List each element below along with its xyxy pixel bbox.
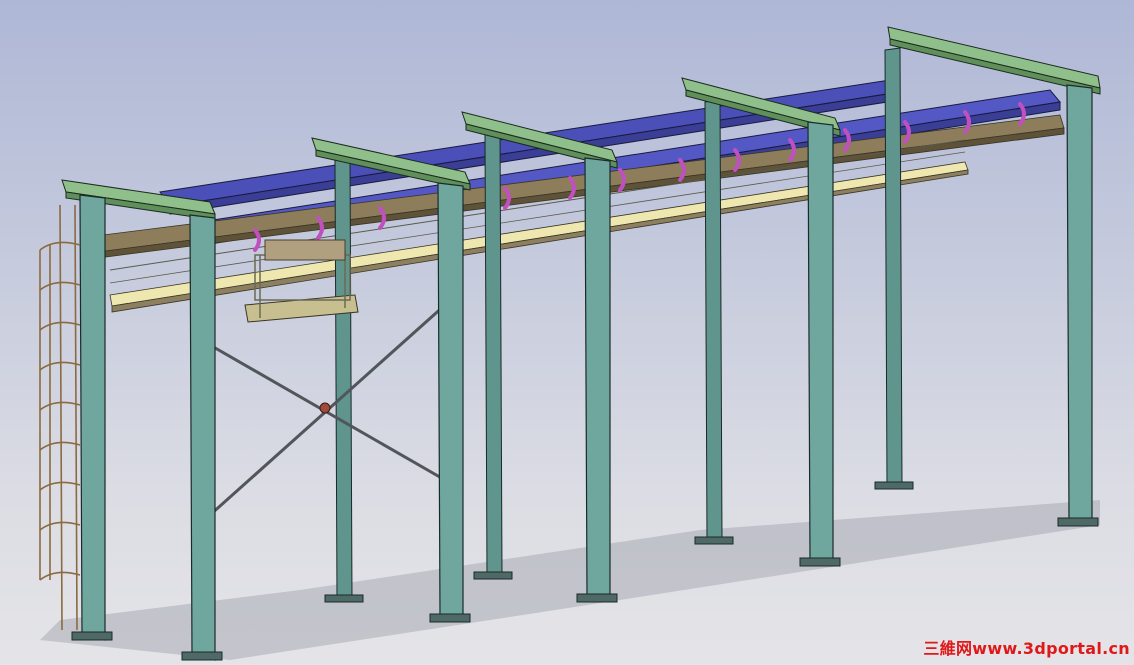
steel-structure-model[interactable]	[0, 0, 1134, 665]
ladder-cage	[39, 204, 81, 631]
x-bracing	[209, 303, 446, 517]
watermark-text: 三維网www.3dportal.cn	[923, 639, 1130, 658]
cad-viewport[interactable]: 三維网www.3dportal.cn	[0, 0, 1134, 665]
